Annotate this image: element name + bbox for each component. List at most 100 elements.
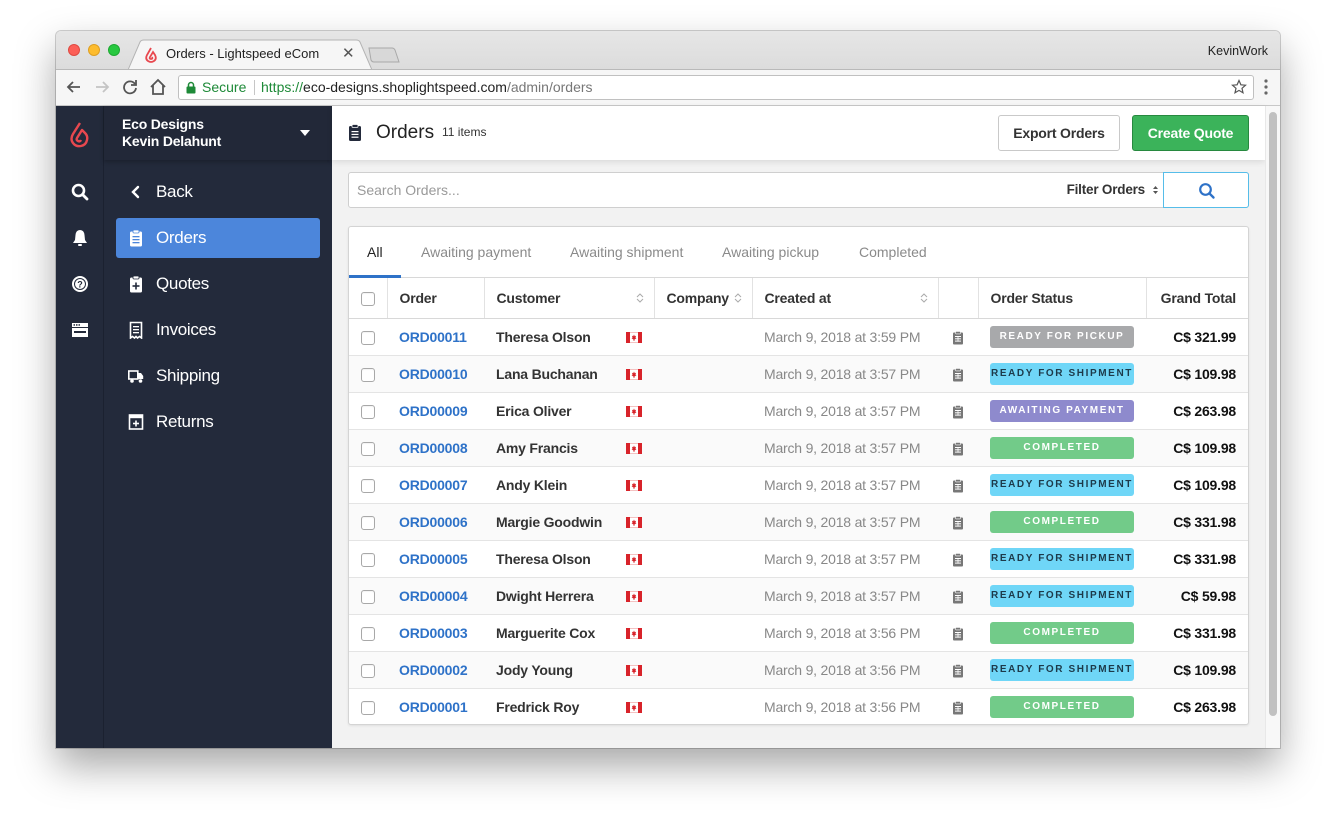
note-clipboard-icon[interactable] [952, 367, 964, 382]
table-row[interactable]: ORD00003 Marguerite Cox March 9, 2018 at… [349, 614, 1248, 651]
search-input[interactable] [349, 173, 1049, 207]
bookmark-star-icon[interactable] [1231, 79, 1247, 95]
home-icon[interactable] [148, 77, 168, 97]
select-all-checkbox[interactable] [361, 291, 375, 306]
row-checkbox[interactable] [361, 626, 375, 641]
status-cell: READY FOR SHIPMENT [978, 540, 1146, 577]
url-scheme: https:// [261, 79, 304, 95]
minimize-window-button[interactable] [88, 44, 100, 56]
table-row[interactable]: ORD00005 Theresa Olson March 9, 2018 at … [349, 540, 1248, 577]
tab-awaiting-shipment[interactable]: Awaiting shipment [570, 244, 683, 260]
canada-flag-icon [626, 701, 642, 713]
sidebar-item-back[interactable]: Back [116, 172, 320, 212]
profile-name[interactable]: KevinWork [1208, 44, 1268, 58]
note-clipboard-icon[interactable] [952, 552, 964, 567]
scrollbar-thumb[interactable] [1269, 112, 1277, 716]
table-row[interactable]: ORD00004 Dwight Herrera March 9, 2018 at… [349, 577, 1248, 614]
column-header-created-at[interactable]: Created at [752, 278, 939, 319]
row-checkbox[interactable] [361, 478, 375, 493]
select-arrows-icon [1153, 186, 1158, 194]
note-clipboard-icon[interactable] [952, 626, 964, 641]
sort-icon[interactable] [636, 292, 644, 304]
new-tab-button[interactable] [368, 47, 400, 63]
row-checkbox[interactable] [361, 552, 375, 567]
note-clipboard-icon[interactable] [952, 330, 964, 345]
reload-icon[interactable] [120, 77, 140, 97]
order-link[interactable]: ORD00004 [399, 588, 468, 604]
address-bar[interactable]: Secure https://eco-designs.shoplightspee… [178, 75, 1254, 100]
row-checkbox[interactable] [361, 515, 375, 530]
tab-completed[interactable]: Completed [859, 244, 927, 260]
order-link[interactable]: ORD00010 [399, 366, 468, 382]
order-cell: ORD00007 [387, 466, 484, 503]
note-clipboard-icon[interactable] [952, 589, 964, 604]
row-checkbox[interactable] [361, 589, 375, 604]
note-clipboard-icon[interactable] [952, 478, 964, 493]
tab-all[interactable]: All [367, 244, 383, 260]
order-link[interactable]: ORD00007 [399, 477, 468, 493]
column-header-customer[interactable]: Customer [484, 278, 655, 319]
order-link[interactable]: ORD00008 [399, 440, 468, 456]
browser-menu-icon[interactable] [1264, 79, 1268, 95]
row-checkbox[interactable] [361, 330, 375, 345]
row-checkbox[interactable] [361, 700, 375, 715]
bell-icon[interactable] [70, 228, 90, 248]
order-link[interactable]: ORD00006 [399, 514, 468, 530]
note-clipboard-icon[interactable] [952, 515, 964, 530]
forward-arrow-icon[interactable] [92, 77, 112, 97]
search-icon [1199, 183, 1215, 199]
export-orders-button[interactable]: Export Orders [998, 115, 1120, 151]
sidebar-item-quotes[interactable]: Quotes [116, 264, 320, 304]
tab-close-icon[interactable]: ✕ [342, 44, 355, 62]
table-row[interactable]: ORD00001 Fredrick Roy March 9, 2018 at 3… [349, 688, 1248, 725]
filter-orders-select[interactable]: Filter Orders [1059, 173, 1163, 207]
row-checkbox[interactable] [361, 367, 375, 382]
tab-awaiting-payment[interactable]: Awaiting payment [421, 244, 531, 260]
row-checkbox[interactable] [361, 663, 375, 678]
note-clipboard-icon[interactable] [952, 663, 964, 678]
search-button[interactable] [1163, 172, 1249, 208]
omnibox-divider [254, 80, 255, 95]
lightspeed-logo-icon[interactable] [69, 122, 91, 148]
help-icon[interactable]: ? [70, 274, 90, 294]
close-window-button[interactable] [68, 44, 80, 56]
order-link[interactable]: ORD00005 [399, 551, 468, 567]
store-switcher[interactable]: Eco Designs Kevin Delahunt [104, 106, 332, 160]
note-clipboard-icon[interactable] [952, 441, 964, 456]
create-quote-button[interactable]: Create Quote [1132, 115, 1249, 151]
row-checkbox[interactable] [361, 404, 375, 419]
sidebar-item-invoices[interactable]: Invoices [116, 310, 320, 350]
sidebar-item-orders[interactable]: Orders [116, 218, 320, 258]
sidebar-item-returns[interactable]: Returns [116, 402, 320, 442]
table-row[interactable]: ORD00008 Amy Francis March 9, 2018 at 3:… [349, 429, 1248, 466]
order-link[interactable]: ORD00002 [399, 662, 468, 678]
column-header-company[interactable]: Company [654, 278, 753, 319]
sort-icon[interactable] [920, 292, 928, 304]
maximize-window-button[interactable] [108, 44, 120, 56]
order-link[interactable]: ORD00011 [399, 329, 467, 345]
caret-down-icon[interactable] [300, 130, 310, 136]
status-cell: COMPLETED [978, 503, 1146, 540]
page-scrollbar[interactable] [1265, 106, 1280, 748]
table-row[interactable]: ORD00007 Andy Klein March 9, 2018 at 3:5… [349, 466, 1248, 503]
table-row[interactable]: ORD00009 Erica Oliver March 9, 2018 at 3… [349, 392, 1248, 429]
row-checkbox[interactable] [361, 441, 375, 456]
search-icon[interactable] [70, 182, 90, 202]
order-link[interactable]: ORD00003 [399, 625, 468, 641]
back-arrow-icon[interactable] [64, 77, 84, 97]
tab-awaiting-pickup[interactable]: Awaiting pickup [722, 244, 819, 260]
grand-total-cell: C$ 331.98 [1173, 550, 1236, 567]
table-row[interactable]: ORD00011 Theresa Olson March 9, 2018 at … [349, 318, 1248, 355]
note-clipboard-icon[interactable] [952, 701, 964, 715]
store-icon[interactable] [70, 320, 90, 340]
table-row[interactable]: ORD00002 Jody Young March 9, 2018 at 3:5… [349, 651, 1248, 688]
sort-icon[interactable] [734, 292, 742, 304]
table-row[interactable]: ORD00010 Lana Buchanan March 9, 2018 at … [349, 355, 1248, 392]
column-header-order[interactable]: Order [387, 278, 485, 319]
company-cell [654, 577, 752, 614]
sidebar-item-shipping[interactable]: Shipping [116, 356, 320, 396]
note-clipboard-icon[interactable] [952, 404, 964, 419]
order-link[interactable]: ORD00001 [399, 699, 468, 715]
order-link[interactable]: ORD00009 [399, 403, 468, 419]
table-row[interactable]: ORD00006 Margie Goodwin March 9, 2018 at… [349, 503, 1248, 540]
